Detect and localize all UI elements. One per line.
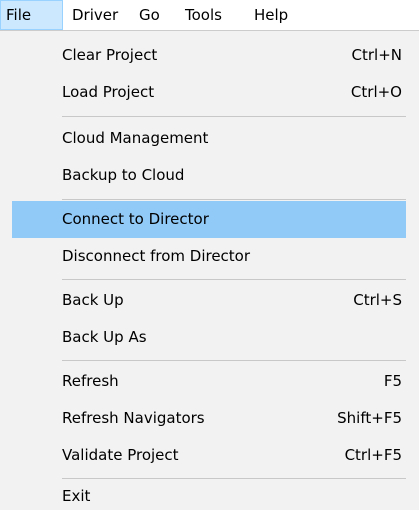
menu-item-back-up-as[interactable]: Back Up As [12, 319, 406, 356]
menu-item-shortcut: Ctrl+N [351, 46, 402, 64]
menu-driver[interactable]: Driver [72, 0, 118, 30]
menu-item-shortcut: F5 [383, 372, 402, 390]
menu-item-shortcut: Ctrl+O [350, 83, 402, 101]
menu-separator [62, 279, 406, 280]
menu-item-label: Backup to Cloud [62, 166, 185, 184]
menu-file[interactable]: File [0, 0, 63, 30]
menu-item-label: Back Up As [62, 328, 147, 346]
menu-help[interactable]: Help [254, 0, 288, 30]
menu-item-refresh-navigators[interactable]: Refresh Navigators Shift+F5 [12, 400, 406, 437]
menu-separator [62, 116, 406, 117]
menu-item-exit[interactable]: Exit [12, 481, 406, 511]
menu-separator [62, 478, 406, 479]
menu-item-label: Back Up [62, 291, 124, 309]
menu-separator [62, 360, 406, 361]
menu-item-connect-to-director[interactable]: Connect to Director [12, 201, 406, 238]
menu-item-label: Exit [62, 487, 91, 505]
menu-item-disconnect-from-director[interactable]: Disconnect from Director [12, 238, 406, 275]
menu-item-label: Load Project [62, 83, 155, 101]
menu-item-cloud-management[interactable]: Cloud Management [12, 120, 406, 157]
menu-item-clear-project[interactable]: Clear Project Ctrl+N [12, 37, 406, 74]
file-menu-dropdown: Clear Project Ctrl+N Load Project Ctrl+O… [0, 30, 419, 510]
menu-item-shortcut: Ctrl+S [353, 291, 402, 309]
menu-item-label: Disconnect from Director [62, 247, 251, 265]
menu-item-label: Clear Project [62, 46, 158, 64]
menu-go[interactable]: Go [139, 0, 160, 30]
menu-item-label: Refresh Navigators [62, 409, 205, 427]
menu-separator [62, 199, 406, 200]
menu-item-label: Cloud Management [62, 129, 209, 147]
menu-go-label: Go [139, 6, 160, 24]
menu-item-backup-to-cloud[interactable]: Backup to Cloud [12, 157, 406, 194]
menu-tools-label: Tools [185, 6, 222, 24]
menu-item-label: Connect to Director [62, 210, 209, 228]
menu-item-shortcut: Shift+F5 [337, 409, 402, 427]
menu-driver-label: Driver [72, 6, 119, 24]
menu-bar: File Driver Go Tools Help [0, 0, 419, 30]
menu-item-refresh[interactable]: Refresh F5 [12, 363, 406, 400]
menu-item-back-up[interactable]: Back Up Ctrl+S [12, 282, 406, 319]
menu-item-label: Validate Project [62, 446, 179, 464]
menu-file-label: File [6, 6, 32, 24]
menu-item-label: Refresh [62, 372, 119, 390]
menu-help-label: Help [254, 6, 289, 24]
menu-item-shortcut: Ctrl+F5 [344, 446, 402, 464]
menu-tools[interactable]: Tools [185, 0, 222, 30]
menu-item-load-project[interactable]: Load Project Ctrl+O [12, 74, 406, 111]
menu-item-validate-project[interactable]: Validate Project Ctrl+F5 [12, 437, 406, 474]
